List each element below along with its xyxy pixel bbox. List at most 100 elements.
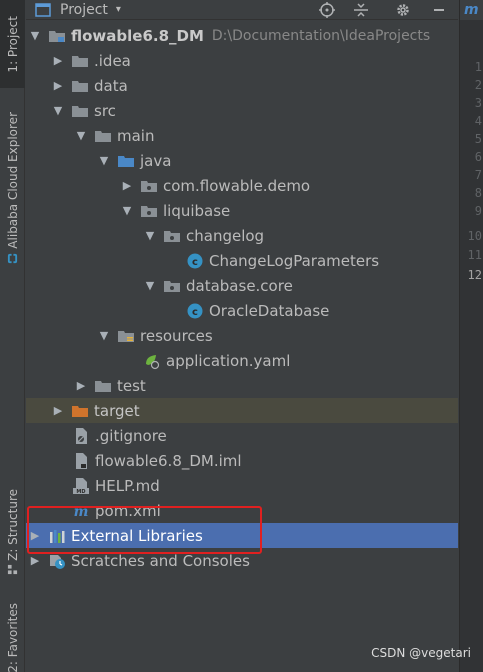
collapsed-arrow-icon[interactable]: ▶ bbox=[51, 404, 65, 418]
project-panel-title[interactable]: Project bbox=[60, 2, 108, 18]
package-database-core-label: database.core bbox=[186, 276, 293, 295]
src-folder-label: src bbox=[94, 101, 116, 120]
tree-row-liquibase[interactable]: ▼ liquibase bbox=[26, 198, 458, 223]
java-folder-label: java bbox=[140, 151, 172, 170]
package-liquibase-label: liquibase bbox=[163, 201, 231, 220]
collapsed-arrow-icon[interactable]: ▶ bbox=[120, 179, 134, 193]
tree-row-root[interactable]: ▼ flowable6.8_DM D:\Documentation\IdeaPr… bbox=[26, 23, 458, 48]
help-md-label: HELP.md bbox=[95, 476, 160, 495]
folder-icon bbox=[72, 80, 88, 92]
tree-row-java[interactable]: ▼ java bbox=[26, 148, 458, 173]
line-number: 3 bbox=[474, 96, 482, 110]
tree-row-gitignore[interactable]: .gitignore bbox=[26, 423, 458, 448]
watermark: CSDN @vegetari bbox=[371, 646, 471, 660]
tree-row-target[interactable]: ▶ target bbox=[26, 398, 458, 423]
main-folder-label: main bbox=[117, 126, 155, 145]
line-number: 4 bbox=[474, 114, 482, 128]
java-class-icon: c bbox=[187, 303, 203, 318]
line-number-current: 12 bbox=[467, 268, 482, 282]
idea-folder-label: .idea bbox=[94, 51, 131, 70]
app-yaml-label: application.yaml bbox=[166, 351, 291, 370]
expanded-arrow-icon[interactable]: ▼ bbox=[28, 29, 42, 43]
svg-text:c: c bbox=[192, 257, 198, 268]
line-number: 1 bbox=[474, 60, 482, 74]
iml-file-icon bbox=[76, 452, 87, 469]
folder-icon bbox=[72, 105, 88, 117]
svg-text:c: c bbox=[192, 307, 198, 318]
expanded-arrow-icon[interactable]: ▼ bbox=[120, 204, 134, 218]
locate-target-icon[interactable] bbox=[318, 1, 336, 19]
view-dropdown-chevron-icon[interactable]: ▾ bbox=[116, 4, 121, 15]
expanded-arrow-icon[interactable]: ▼ bbox=[97, 154, 111, 168]
tree-row-resources[interactable]: ▼ resources bbox=[26, 323, 458, 348]
package-icon bbox=[141, 180, 157, 192]
tree-row-database-core[interactable]: ▼ database.core bbox=[26, 273, 458, 298]
alibaba-cloud-icon bbox=[7, 253, 18, 263]
folder-icon bbox=[95, 130, 111, 142]
collapsed-arrow-icon[interactable]: ▶ bbox=[28, 554, 42, 568]
collapsed-arrow-icon[interactable]: ▶ bbox=[28, 529, 42, 543]
changelog-class-label: ChangeLogParameters bbox=[209, 251, 380, 270]
tree-row-app-yaml[interactable]: application.yaml bbox=[26, 348, 458, 373]
pom-xml-label: pom.xml bbox=[95, 501, 161, 520]
tree-row-scratches[interactable]: ▶ Scratches and Consoles bbox=[26, 548, 458, 573]
oracle-class-label: OracleDatabase bbox=[209, 301, 330, 320]
structure-tool-tab[interactable]: Z: Structure bbox=[0, 484, 25, 580]
expanded-arrow-icon[interactable]: ▼ bbox=[97, 329, 111, 343]
gitignore-label: .gitignore bbox=[95, 426, 167, 445]
iml-file-label: flowable6.8_DM.iml bbox=[95, 451, 242, 470]
gear-icon[interactable] bbox=[394, 1, 412, 19]
root-module-path: D:\Documentation\IdeaProjects bbox=[211, 27, 431, 44]
tree-row-changelog[interactable]: ▼ changelog bbox=[26, 223, 458, 248]
line-number: 10 bbox=[467, 229, 482, 243]
left-tool-strip: 1: Project Alibaba Cloud Explorer Z: Str… bbox=[0, 0, 25, 672]
project-view-icon bbox=[35, 3, 51, 17]
line-number: 5 bbox=[474, 132, 482, 146]
tree-row-help[interactable]: MD HELP.md bbox=[26, 473, 458, 498]
tree-row-data[interactable]: ▶ data bbox=[26, 73, 458, 98]
collapsed-arrow-icon[interactable]: ▶ bbox=[51, 79, 65, 93]
external-libraries-label: External Libraries bbox=[71, 526, 203, 545]
target-folder-label: target bbox=[94, 401, 140, 420]
expanded-arrow-icon[interactable]: ▼ bbox=[74, 129, 88, 143]
source-root-folder-icon bbox=[118, 155, 134, 167]
project-tool-tab[interactable]: 1: Project bbox=[0, 0, 25, 88]
tree-row-iml[interactable]: flowable6.8_DM.iml bbox=[26, 448, 458, 473]
tree-row-test[interactable]: ▶ test bbox=[26, 373, 458, 398]
package-icon bbox=[164, 230, 180, 242]
collapse-all-icon[interactable] bbox=[352, 1, 370, 19]
tree-row-oracle-class[interactable]: c OracleDatabase bbox=[26, 298, 458, 323]
tree-row-main[interactable]: ▼ main bbox=[26, 123, 458, 148]
expanded-arrow-icon[interactable]: ▼ bbox=[51, 104, 65, 118]
collapsed-arrow-icon[interactable]: ▶ bbox=[51, 54, 65, 68]
data-folder-label: data bbox=[94, 76, 128, 95]
hide-panel-icon[interactable] bbox=[430, 1, 448, 19]
tree-row-external-libraries[interactable]: ▶ External Libraries bbox=[26, 523, 458, 548]
line-number: 2 bbox=[474, 78, 482, 92]
line-number: 9 bbox=[474, 204, 482, 218]
line-number: 11 bbox=[467, 248, 482, 262]
editor-tab-maven-icon[interactable]: m bbox=[460, 0, 483, 20]
tree-row-pkg-demo[interactable]: ▶ com.flowable.demo bbox=[26, 173, 458, 198]
tree-row-pom[interactable]: m pom.xml bbox=[26, 498, 458, 523]
alibaba-cloud-explorer-tab[interactable]: Alibaba Cloud Explorer bbox=[0, 108, 25, 268]
structure-icon bbox=[7, 565, 18, 575]
java-class-icon: c bbox=[187, 253, 203, 268]
project-tree: ▼ flowable6.8_DM D:\Documentation\IdeaPr… bbox=[26, 20, 458, 672]
project-tool-tab-label: 1: Project bbox=[5, 15, 20, 73]
favorites-tool-tab[interactable]: 2: Favorites bbox=[0, 603, 25, 672]
package-icon bbox=[141, 205, 157, 217]
gitignore-file-icon bbox=[76, 427, 87, 444]
tree-row-idea[interactable]: ▶ .idea bbox=[26, 48, 458, 73]
collapsed-arrow-icon[interactable]: ▶ bbox=[74, 379, 88, 393]
expanded-arrow-icon[interactable]: ▼ bbox=[143, 279, 157, 293]
alibaba-tab-label: Alibaba Cloud Explorer bbox=[5, 112, 20, 249]
expanded-arrow-icon[interactable]: ▼ bbox=[143, 229, 157, 243]
tree-row-changelog-class[interactable]: c ChangeLogParameters bbox=[26, 248, 458, 273]
package-icon bbox=[164, 280, 180, 292]
line-number: 6 bbox=[474, 150, 482, 164]
module-folder-icon bbox=[49, 30, 65, 42]
maven-pom-icon: m bbox=[74, 504, 89, 520]
project-panel-header: Project ▾ bbox=[26, 0, 458, 20]
tree-row-src[interactable]: ▼ src bbox=[26, 98, 458, 123]
